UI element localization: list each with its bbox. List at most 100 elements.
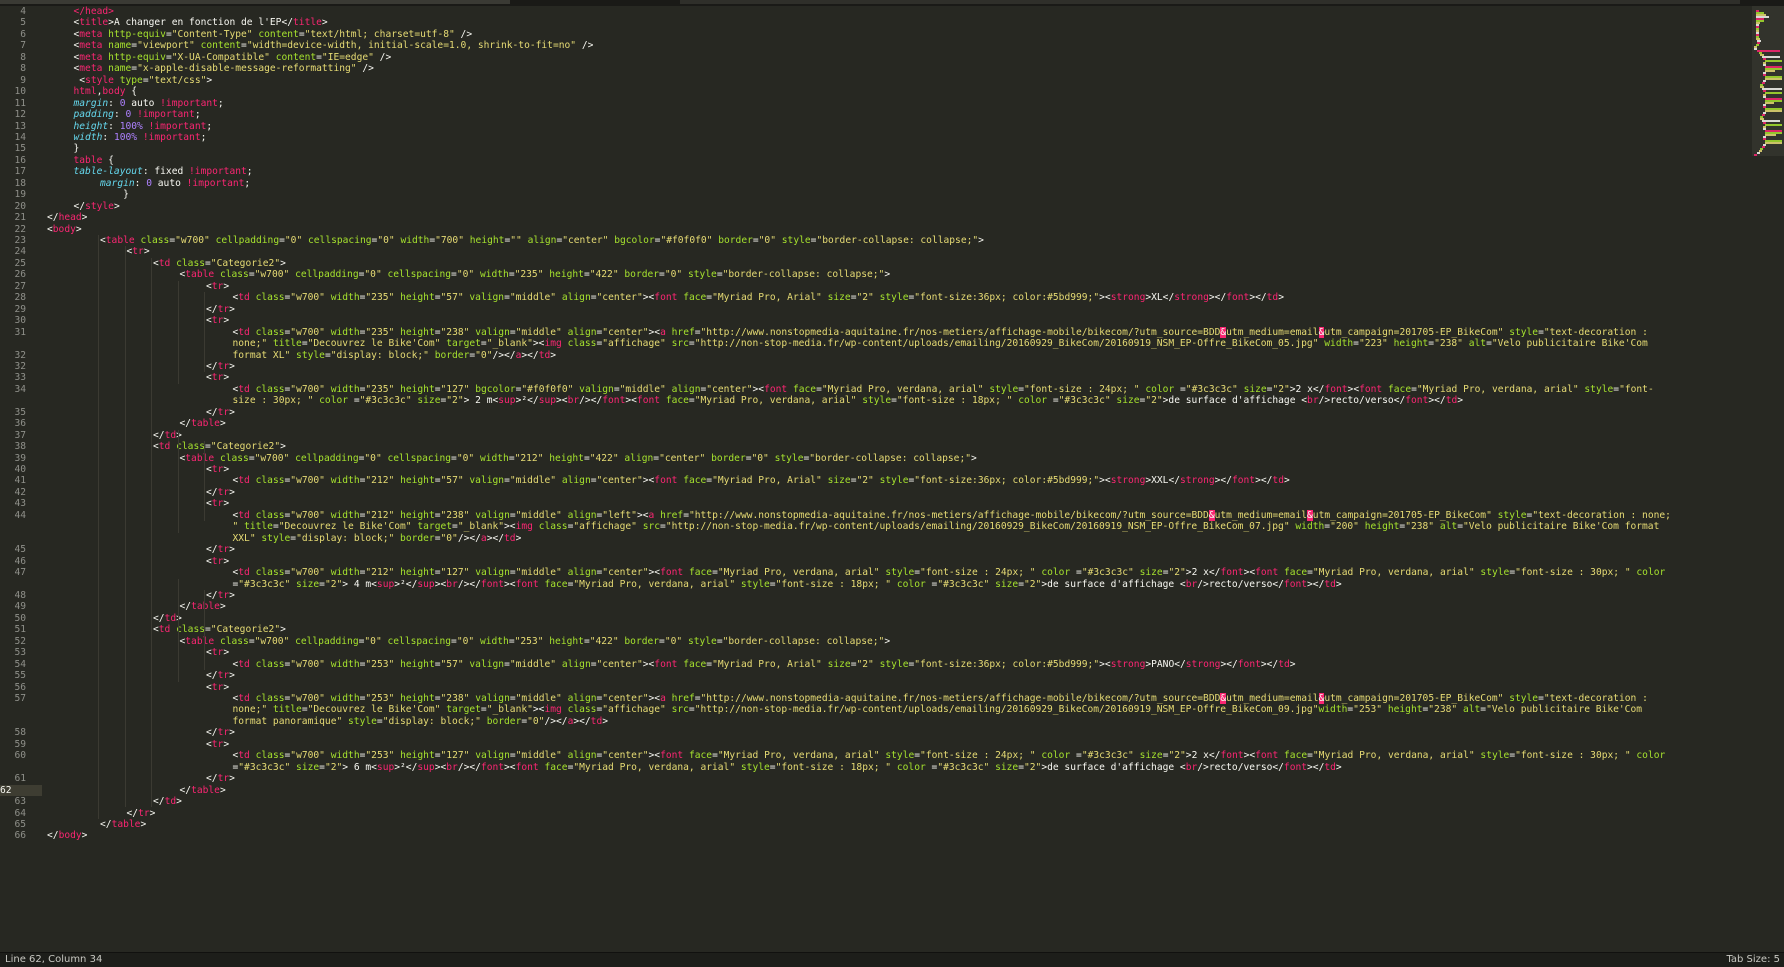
code-line[interactable]: <table class="w700" cellpadding="0" cell…	[100, 235, 984, 246]
code-line[interactable]: <td class="w700" width="235" height="238…	[233, 326, 1648, 338]
code-line[interactable]: </tr>	[206, 304, 235, 315]
code-line[interactable]: <table class="w700" cellpadding="0" cell…	[180, 269, 891, 280]
code-line[interactable]: <td class="w700" width="253" height="57"…	[233, 659, 1296, 670]
code-line[interactable]: table {	[74, 155, 114, 166]
code-area[interactable]: </head> <title>A changer en fonction de l…	[47, 6, 1752, 952]
code-line[interactable]: <tr>	[206, 682, 229, 693]
line-number: 28	[14, 292, 26, 304]
code-line[interactable]: padding: 0 !important;	[74, 109, 201, 120]
line-number: 18	[14, 177, 26, 189]
code-line[interactable]: none;" title="Decouvrez le Bike'Com" tar…	[233, 704, 1643, 715]
code-line[interactable]: <title>A changer en fonction de l'EP</ti…	[74, 17, 328, 28]
code-line[interactable]: </td>	[153, 796, 182, 807]
line-number: 43	[14, 498, 26, 510]
code-line[interactable]: </tr>	[206, 361, 235, 372]
code-line[interactable]: <table class="w700" cellpadding="0" cell…	[180, 636, 891, 647]
code-line[interactable]: </table>	[180, 785, 226, 796]
line-number-gutter: 4 5 6 7 8 8 9 10 11 12 13 14 15 16 17 18 19 20 21 22 23 24 25 2…	[0, 6, 42, 952]
cursor-position: Line 62, Column 34	[5, 954, 103, 965]
code-line[interactable]: <style type="text/css">	[74, 75, 212, 86]
code-line[interactable]: <tr>	[206, 315, 229, 326]
code-line[interactable]: <tr>	[206, 498, 229, 509]
indent-guide	[204, 441, 205, 522]
code-line[interactable]: </tr>	[206, 727, 235, 738]
code-line[interactable]: </tr>	[206, 773, 235, 784]
code-line[interactable]: </style>	[74, 201, 120, 212]
code-line[interactable]: <tr>	[206, 647, 229, 658]
code-line[interactable]: <td class="Categorie2">	[153, 258, 286, 269]
code-line[interactable]: </tr>	[206, 407, 235, 418]
code-line[interactable]: <table class="w700" cellpadding="0" cell…	[180, 453, 977, 464]
code-line[interactable]: </table>	[180, 418, 226, 429]
code-line[interactable]: height: 100% !important;	[74, 121, 213, 132]
code-line[interactable]: </body>	[47, 830, 87, 841]
code-line[interactable]: <body>	[47, 224, 82, 235]
code-line[interactable]: format panoramique" style="display: bloc…	[233, 716, 609, 727]
code-line[interactable]: <meta name="x-apple-disable-message-refo…	[74, 63, 374, 74]
line-number: 14	[14, 131, 26, 143]
code-line[interactable]: <td class="w700" width="253" height="127…	[233, 750, 1666, 761]
line-number	[0, 704, 26, 715]
code-line[interactable]: <td class="Categorie2">	[153, 624, 286, 635]
code-line[interactable]: <td class="w700" width="235" height="127…	[233, 384, 1654, 395]
line-number: 59	[14, 738, 26, 750]
code-line[interactable]: <tr>	[206, 464, 229, 475]
code-line[interactable]: </head>	[47, 212, 87, 223]
code-line[interactable]: }	[100, 189, 129, 200]
line-number: 6	[20, 28, 26, 40]
code-line[interactable]: format XL" style="display: block;" borde…	[233, 350, 557, 361]
code-line[interactable]: <meta http-equiv="Content-Type" content=…	[74, 29, 473, 40]
tab-size-indicator[interactable]: Tab Size: 5	[1726, 953, 1780, 967]
code-line[interactable]: margin: 0 auto !important;	[74, 98, 224, 109]
line-number: 29	[14, 303, 26, 315]
code-line[interactable]: </tr>	[127, 808, 156, 819]
line-number	[0, 762, 26, 773]
line-number: 10	[14, 86, 26, 98]
line-number: 35	[14, 406, 26, 418]
code-line[interactable]: ="#3c3c3c" size="2"> 4 m<sup>²</sup><br/…	[233, 579, 1342, 590]
code-line[interactable]: <tr>	[206, 556, 229, 567]
code-line[interactable]: <td class="w700" width="212" height="238…	[233, 509, 1671, 521]
code-line[interactable]: html,body {	[74, 86, 138, 97]
code-line[interactable]: ="#3c3c3c" size="2"> 6 m<sup>²</sup><br/…	[233, 762, 1342, 773]
minimap[interactable]	[1752, 6, 1784, 952]
code-line[interactable]: <tr>	[206, 281, 229, 292]
indent-guide	[98, 235, 99, 819]
code-line[interactable]: <td class="w700" width="235" height="57"…	[233, 292, 1285, 303]
line-number: 15	[14, 143, 26, 155]
code-line[interactable]: </tr>	[206, 544, 235, 555]
indent-guide	[177, 429, 179, 533]
line-number: 4	[20, 6, 26, 17]
line-number: 36	[14, 418, 26, 430]
code-editor[interactable]: 4 5 6 7 8 8 9 10 11 12 13 14 15 16 17 18 19 20 21 22 23 24 25 2…	[0, 6, 1752, 952]
code-line[interactable]: <meta http-equiv="X-UA-Compatible" conte…	[74, 52, 392, 63]
tab-inactive[interactable]	[680, 0, 1740, 4]
indent-guide	[177, 578, 179, 682]
code-line[interactable]: </tr>	[206, 487, 235, 498]
line-number: 66	[14, 830, 26, 842]
code-line[interactable]: margin: 0 auto !important;	[100, 178, 250, 189]
code-line[interactable]: table-layout: fixed !important;	[74, 166, 253, 177]
code-line[interactable]: </table>	[100, 819, 146, 830]
code-line[interactable]: none;" title="Decouvrez le Bike'Com" tar…	[233, 338, 1648, 349]
code-line[interactable]: <td class="w700" width="212" height="57"…	[233, 475, 1290, 486]
code-line[interactable]: <tr>	[127, 246, 150, 257]
code-line[interactable]: <meta name="viewport" content="width=dev…	[74, 40, 594, 51]
line-number: 44	[14, 509, 26, 521]
line-number: 60	[14, 750, 26, 762]
code-line[interactable]: <td class="Categorie2">	[153, 441, 286, 452]
tab-active[interactable]	[0, 0, 510, 4]
code-line[interactable]: width: 100% !important;	[74, 132, 207, 143]
code-line[interactable]: </tr>	[206, 590, 235, 601]
code-line[interactable]: <td class="w700" width="212" height="127…	[233, 567, 1666, 578]
code-line[interactable]: }	[74, 143, 80, 154]
code-line[interactable]: </table>	[180, 601, 226, 612]
code-line[interactable]: <td class="w700" width="253" height="238…	[233, 693, 1648, 704]
code-line[interactable]: </tr>	[206, 670, 235, 681]
code-line[interactable]: " title="Decouvrez le Bike'Com" target="…	[233, 521, 1660, 532]
code-line[interactable]: <tr>	[206, 372, 229, 383]
code-line[interactable]: size : 30px; " color ="#3c3c3c" size="2"…	[233, 395, 1464, 406]
code-line[interactable]: XXL" style="display: block;" border="0"/…	[233, 533, 522, 544]
code-line[interactable]: <tr>	[206, 739, 229, 750]
code-line[interactable]: </head>	[74, 6, 114, 17]
